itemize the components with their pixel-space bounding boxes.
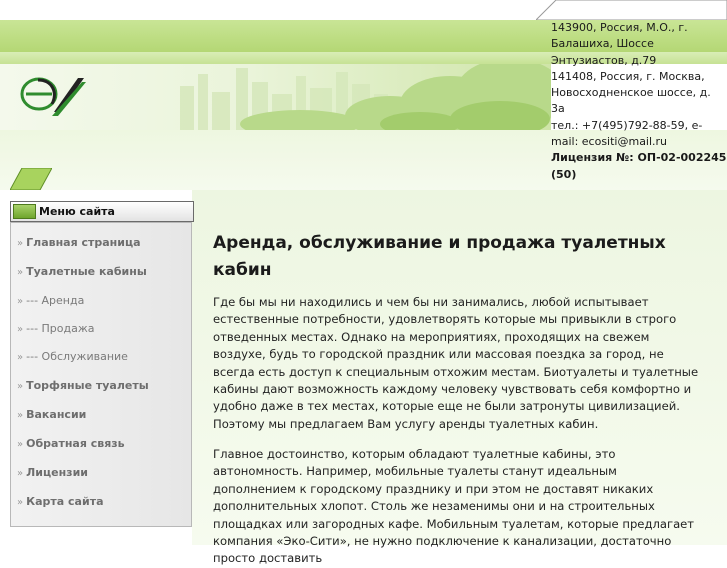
page-title: Аренда, обслуживание и продажа туалетных… (213, 233, 666, 280)
chevron-right-icon: » (17, 238, 24, 249)
chevron-right-icon: » (17, 497, 24, 508)
address-balashikha: 143900, Россия, М.О., г. Балашиха, Шоссе… (551, 21, 688, 67)
menu-title: Меню сайта (39, 205, 115, 218)
chevron-right-icon: » (17, 352, 24, 363)
chevron-right-icon: » (17, 296, 24, 307)
decorative-arrow-icon (10, 168, 52, 190)
menu-item-feedback[interactable]: » Обратная связь (17, 437, 125, 450)
phone-email: тел.: +7(495)792-88-59, e-mail: ecositi@… (551, 118, 703, 149)
address-moscow: 141408, Россия, г. Москва, Новосходненск… (551, 69, 711, 116)
chevron-right-icon: » (17, 439, 24, 450)
menu-item-vacancies[interactable]: » Вакансии (17, 408, 86, 421)
menu-item-peat-toilets[interactable]: » Торфяные туалеты (17, 379, 149, 392)
company-logo (20, 77, 86, 116)
chevron-right-icon: » (17, 410, 24, 421)
chevron-right-icon: » (17, 324, 24, 335)
menu-bullet-icon (13, 204, 36, 219)
article-paragraph-1: Где бы мы ни находились и чем бы ни зани… (213, 295, 699, 431)
license-number: Лицензия №: ОП-02-002245 (50) (551, 151, 727, 181)
chevron-right-icon: » (17, 381, 24, 392)
site-header: 143900, Россия, М.О., г. Балашиха, Шоссе… (0, 0, 727, 190)
menu-item-service[interactable]: » --- Обслуживание (17, 350, 128, 363)
menu-item-licenses[interactable]: » Лицензии (17, 466, 88, 479)
chevron-right-icon: » (17, 468, 24, 479)
menu-item-rent[interactable]: » --- Аренда (17, 294, 84, 307)
menu-item-toilet-cabins[interactable]: » Туалетные кабины (17, 265, 147, 278)
header-tab-shape (536, 0, 727, 20)
contact-info: 143900, Россия, М.О., г. Балашиха, Шоссе… (551, 20, 727, 183)
chevron-right-icon: » (17, 267, 24, 278)
sidebar-menu: » Главная страница » Туалетные кабины » ---… (10, 222, 192, 527)
menu-item-home[interactable]: » Главная страница (17, 236, 141, 249)
menu-item-sitemap[interactable]: » Карта сайта (17, 495, 104, 508)
article-paragraph-2: Главное достоинство, которым обладают ту… (213, 447, 695, 566)
menu-header: Меню сайта (10, 201, 194, 222)
menu-item-sale[interactable]: » --- Продажа (17, 322, 95, 335)
